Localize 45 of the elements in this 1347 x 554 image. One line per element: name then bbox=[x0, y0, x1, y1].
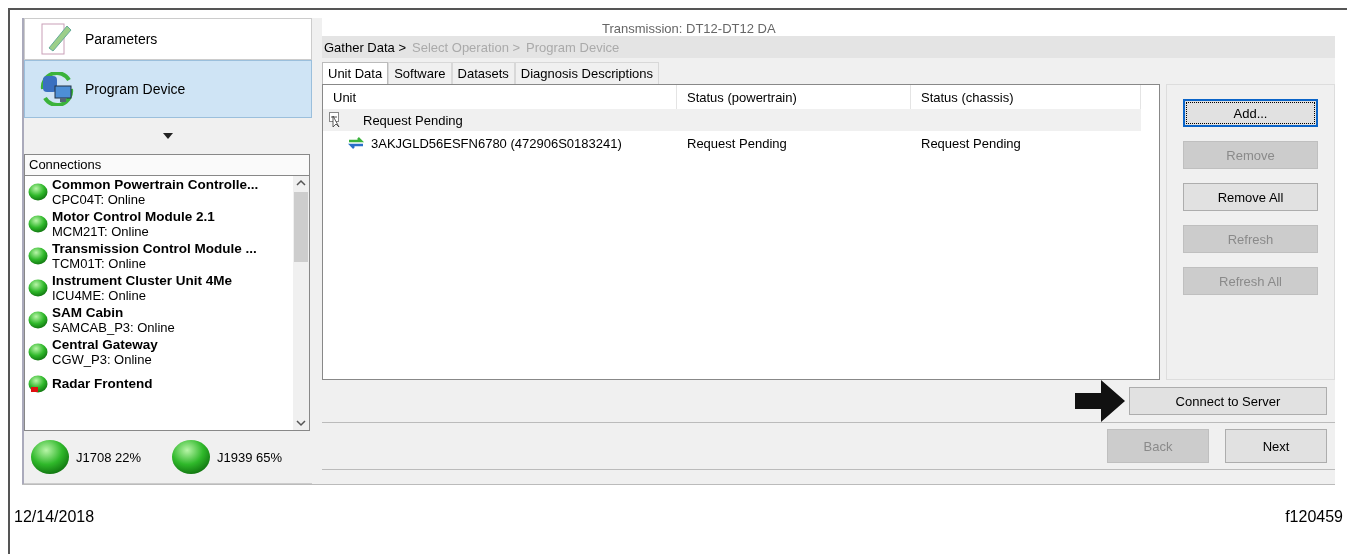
tab[interactable]: Datasets bbox=[451, 62, 515, 84]
bus-load-label: J1939 65% bbox=[217, 449, 283, 465]
nav-button[interactable]: Next bbox=[1225, 429, 1327, 463]
connection-status: CPC04T: Online bbox=[52, 191, 147, 207]
connection-name: Motor Control Module 2.1 bbox=[52, 208, 215, 224]
breadcrumb-step: Select Operation > bbox=[412, 39, 521, 55]
tab[interactable]: Unit Data bbox=[322, 62, 389, 84]
side-button[interactable]: Add... bbox=[1183, 99, 1318, 127]
bus-load-label: J1708 22% bbox=[76, 449, 142, 465]
tab[interactable]: Software bbox=[388, 62, 452, 84]
connection-status: MCM21T: Online bbox=[52, 223, 150, 239]
connection-status: SAMCAB_P3: Online bbox=[52, 319, 175, 335]
collapse-toggle-icon[interactable] bbox=[329, 112, 341, 128]
nav-item[interactable]: Program Device bbox=[24, 59, 312, 118]
connection-name: Common Powertrain Controlle... bbox=[52, 176, 259, 192]
vehicle-info: Transmission: DT12-DT12 DA bbox=[602, 22, 776, 36]
side-button[interactable]: Remove All bbox=[1183, 183, 1318, 211]
connection-name: Instrument Cluster Unit 4Me bbox=[52, 272, 233, 288]
nav-item[interactable]: Parameters bbox=[24, 18, 312, 60]
dropdown-caret-icon[interactable] bbox=[163, 132, 173, 139]
figure-id: f120459 bbox=[1285, 507, 1343, 526]
nav-label: Parameters bbox=[85, 30, 158, 47]
tab[interactable]: Diagnosis Descriptions bbox=[514, 62, 660, 84]
connection-status: TCM01T: Online bbox=[52, 255, 147, 271]
transfer-arrows-icon bbox=[347, 137, 365, 149]
breadcrumb-step: Gather Data > bbox=[324, 39, 407, 55]
connections-header: Connections bbox=[25, 154, 309, 176]
connection-name: Radar Frontend bbox=[52, 376, 153, 392]
figure-date: 12/14/2018 bbox=[14, 507, 95, 526]
connection-name: SAM Cabin bbox=[52, 304, 125, 320]
connection-name: Transmission Control Module ... bbox=[52, 240, 257, 256]
connection-status: CGW_P3: Online bbox=[52, 351, 152, 367]
scroll-thumb[interactable] bbox=[294, 191, 308, 262]
nav-label: Program Device bbox=[85, 80, 186, 97]
connection-status: ICU4ME: Online bbox=[52, 287, 147, 303]
table-cell-text: Request Pending bbox=[686, 135, 788, 151]
table-cell: 3AKJGLD56ESFN6780 (472906S0183241) bbox=[371, 135, 622, 151]
table-cell-text: Request Pending bbox=[920, 135, 1022, 151]
group-label: Request Pending bbox=[363, 112, 463, 128]
connect-to-server-button[interactable]: Connect to Server bbox=[1129, 387, 1327, 415]
connection-name: Central Gateway bbox=[52, 336, 158, 352]
breadcrumb-step: Program Device bbox=[526, 39, 620, 55]
scrollbar[interactable] bbox=[293, 175, 309, 431]
database-computer-icon bbox=[39, 71, 75, 106]
arrow-icon bbox=[1075, 380, 1125, 422]
